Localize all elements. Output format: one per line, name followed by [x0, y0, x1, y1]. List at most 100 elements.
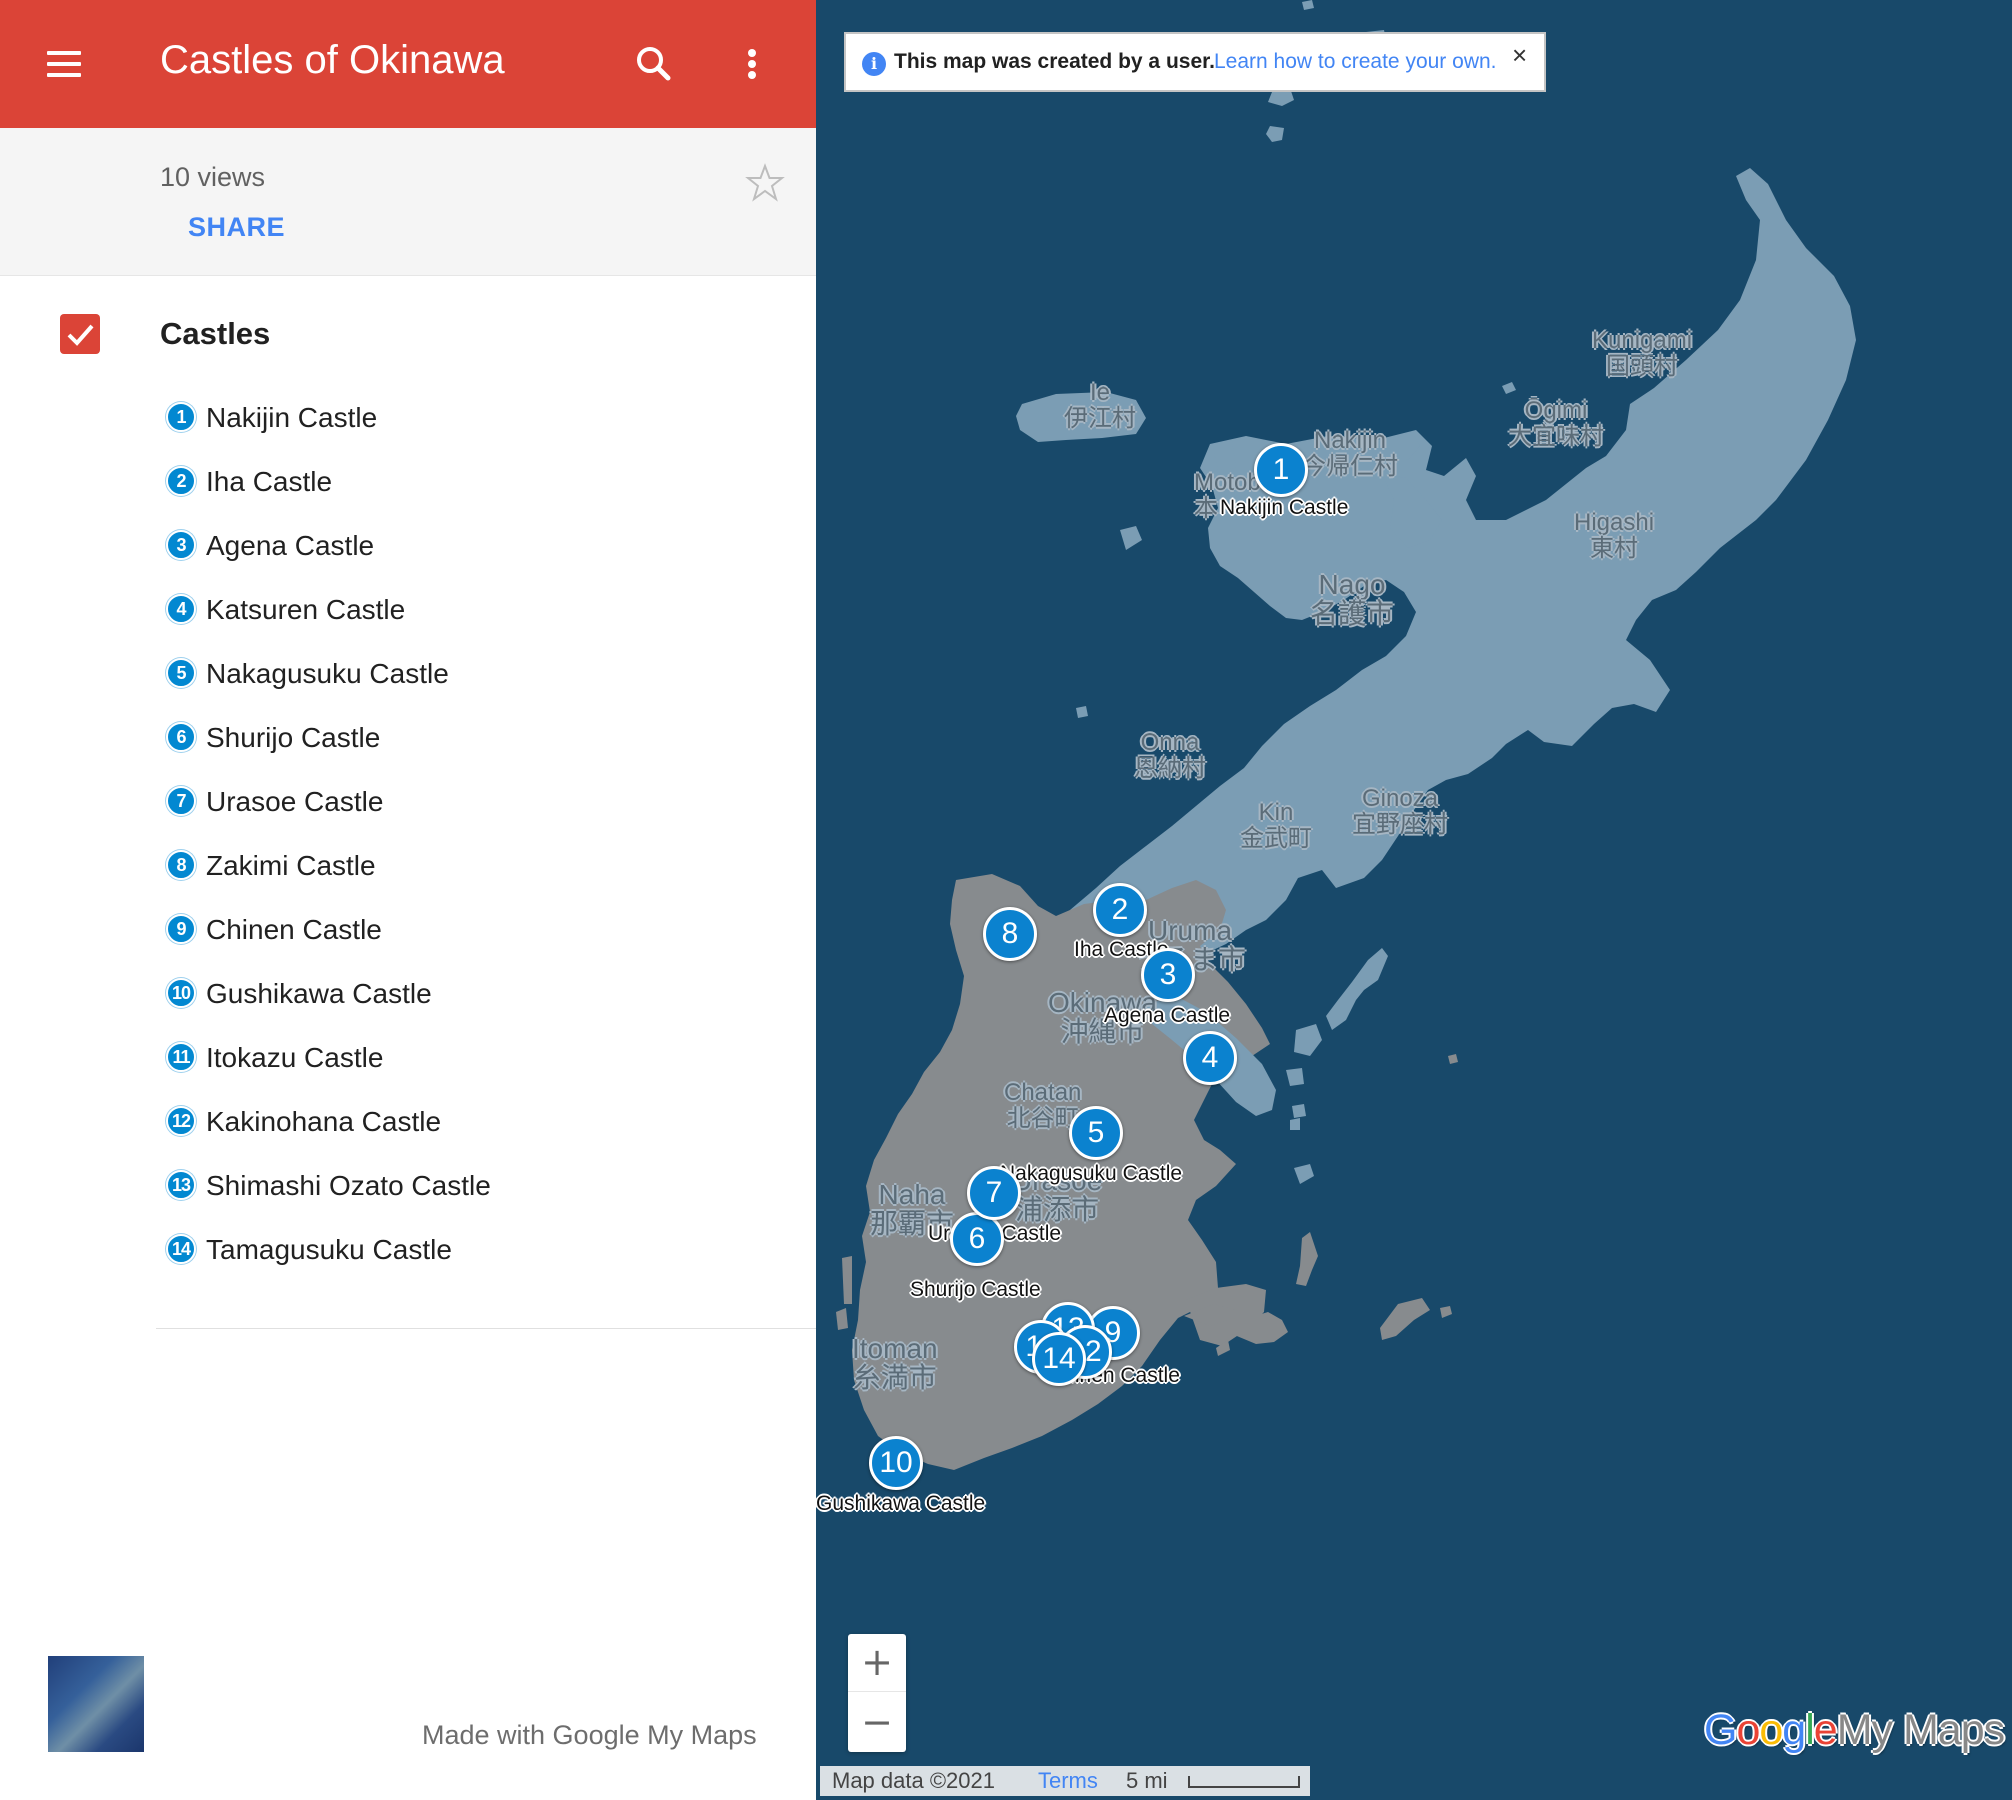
place-label: Kunigami 国頭村 — [1592, 327, 1693, 380]
zoom-out-button[interactable]: − — [848, 1694, 906, 1752]
list-item-label: Urasoe Castle — [206, 786, 384, 817]
marker-number-icon: 11 — [166, 1042, 196, 1072]
map-marker[interactable]: 1 — [1254, 443, 1308, 497]
place-label: Itoman 糸満市 — [852, 1333, 938, 1393]
list-item-label: Shurijo Castle — [206, 722, 381, 753]
close-icon[interactable]: × — [1512, 40, 1527, 71]
place-label: Nakijin 今帰仁村 — [1302, 427, 1398, 480]
list-item-label: Gushikawa Castle — [206, 978, 432, 1009]
menu-icon-line — [47, 73, 81, 77]
zoom-control: + − — [848, 1634, 906, 1752]
marker-label[interactable]: Nakagusuku Castle — [1000, 1162, 1182, 1186]
map-marker[interactable]: 6 — [950, 1212, 1004, 1266]
map-attribution: Map data ©2021 Terms 5 mi — [820, 1766, 1310, 1796]
marker-label[interactable]: Gushikawa Castle — [816, 1492, 985, 1516]
layer-title: Castles — [160, 316, 271, 351]
list-item-label: Zakimi Castle — [206, 850, 376, 881]
view-count: 10 views — [160, 162, 266, 192]
place-label: Onna 恩納村 — [1134, 729, 1206, 782]
list-item[interactable]: 2 Iha Castle — [160, 458, 720, 506]
marker-number-icon: 7 — [166, 786, 196, 816]
marker-number-icon: 9 — [166, 914, 196, 944]
list-item[interactable]: 11 Itokazu Castle — [160, 1034, 720, 1082]
place-label: Nago 名護市 — [1310, 569, 1395, 629]
search-button[interactable] — [626, 36, 682, 92]
list-item[interactable]: 12 Kakinohana Castle — [160, 1098, 720, 1146]
map-info-bar: 10 views SHARE — [0, 128, 816, 276]
user-map-notice: i This map was created by a user. Learn … — [844, 32, 1546, 92]
scale-bar — [1188, 1776, 1300, 1788]
menu-icon-line — [47, 62, 81, 66]
google-my-maps-logo: GoogleMy Maps — [1704, 1706, 2005, 1754]
marker-number-icon: 6 — [166, 722, 196, 752]
page-title: Castles of Okinawa — [160, 38, 505, 82]
more-vert-icon — [748, 49, 756, 79]
list-item[interactable]: 1 Nakijin Castle — [160, 394, 720, 442]
marker-number-icon: 8 — [166, 850, 196, 880]
share-button[interactable]: SHARE — [188, 212, 285, 243]
menu-button[interactable] — [30, 34, 98, 94]
list-item[interactable]: 4 Katsuren Castle — [160, 586, 720, 634]
scale-label: 5 mi — [1126, 1768, 1168, 1793]
marker-label[interactable]: Shurijo Castle — [910, 1278, 1041, 1302]
list-item[interactable]: 13 Shimashi Ozato Castle — [160, 1162, 720, 1210]
list-item[interactable]: 3 Agena Castle — [160, 522, 720, 570]
layer-checkbox[interactable] — [60, 314, 100, 354]
list-item-label: Kakinohana Castle — [206, 1106, 442, 1137]
map-marker[interactable]: 3 — [1141, 948, 1195, 1002]
map-marker[interactable]: 8 — [983, 907, 1037, 961]
list-item[interactable]: 9 Chinen Castle — [160, 906, 720, 954]
map-data-text: Map data ©2021 — [832, 1768, 995, 1793]
zoom-in-button[interactable]: + — [848, 1634, 906, 1692]
star-button[interactable] — [744, 162, 786, 204]
place-label: Ginoza 宜野座村 — [1352, 785, 1448, 838]
marker-label[interactable]: Agena Castle — [1104, 1004, 1230, 1028]
list-item-label: Nakagusuku Castle — [206, 658, 449, 689]
place-label: Kin 金武町 — [1240, 799, 1312, 852]
side-panel: Castles of Okinawa 10 views SHARE Castle… — [0, 0, 816, 1800]
notice-text: This map was created by a user. — [894, 50, 1215, 73]
map-marker[interactable]: 10 — [869, 1436, 923, 1490]
made-with-text: Made with Google My Maps — [422, 1720, 757, 1750]
map-marker[interactable]: 4 — [1183, 1031, 1237, 1085]
marker-number-icon: 1 — [166, 402, 196, 432]
list-item-label: Iha Castle — [206, 466, 333, 497]
list-item-label: Itokazu Castle — [206, 1042, 384, 1073]
learn-more-link[interactable]: Learn how to create your own. — [1214, 50, 1497, 74]
list-item[interactable]: 10 Gushikawa Castle — [160, 970, 720, 1018]
divider — [156, 1328, 816, 1329]
marker-label[interactable]: Nakijin Castle — [1220, 496, 1348, 520]
island-landmass — [836, 0, 1856, 1470]
marker-number-icon: 14 — [166, 1234, 196, 1264]
place-label: Higashi 東村 — [1574, 509, 1655, 562]
list-item[interactable]: 14 Tamagusuku Castle — [160, 1226, 720, 1274]
star-icon — [745, 163, 785, 202]
marker-number-icon: 13 — [166, 1170, 196, 1200]
marker-number-icon: 12 — [166, 1106, 196, 1136]
map-canvas[interactable]: Ie 伊江村 Nakijin 今帰仁村 Motob 本 Kunigami 国頭村 Ōgi… — [816, 0, 2012, 1800]
map-marker[interactable]: 7 — [967, 1166, 1021, 1220]
place-label: Ie 伊江村 — [1064, 379, 1136, 432]
list-item[interactable]: 8 Zakimi Castle — [160, 842, 720, 890]
list-item-label: Tamagusuku Castle — [206, 1234, 452, 1265]
info-icon: i — [862, 52, 886, 76]
map-marker[interactable]: 2 — [1093, 883, 1147, 937]
marker-number-icon: 5 — [166, 658, 196, 688]
basemap-thumbnail[interactable] — [48, 1656, 144, 1752]
list-item[interactable]: 7 Urasoe Castle — [160, 778, 720, 826]
list-item-label: Chinen Castle — [206, 914, 382, 945]
marker-number-icon: 2 — [166, 466, 196, 496]
terms-link[interactable]: Terms — [1038, 1768, 1098, 1794]
list-item[interactable]: 6 Shurijo Castle — [160, 714, 720, 762]
list-item-label: Agena Castle — [206, 530, 375, 561]
check-icon — [67, 324, 94, 346]
more-options-button[interactable] — [726, 36, 778, 92]
marker-number-icon: 4 — [166, 594, 196, 624]
map-marker[interactable]: 14 — [1032, 1332, 1086, 1386]
place-label: Ōgimi 大宜味村 — [1508, 397, 1604, 450]
search-icon — [637, 47, 671, 81]
list-item[interactable]: 5 Nakagusuku Castle — [160, 650, 720, 698]
marker-number-icon: 10 — [166, 978, 196, 1008]
map-marker[interactable]: 5 — [1069, 1106, 1123, 1160]
panel-header: Castles of Okinawa — [0, 0, 816, 128]
